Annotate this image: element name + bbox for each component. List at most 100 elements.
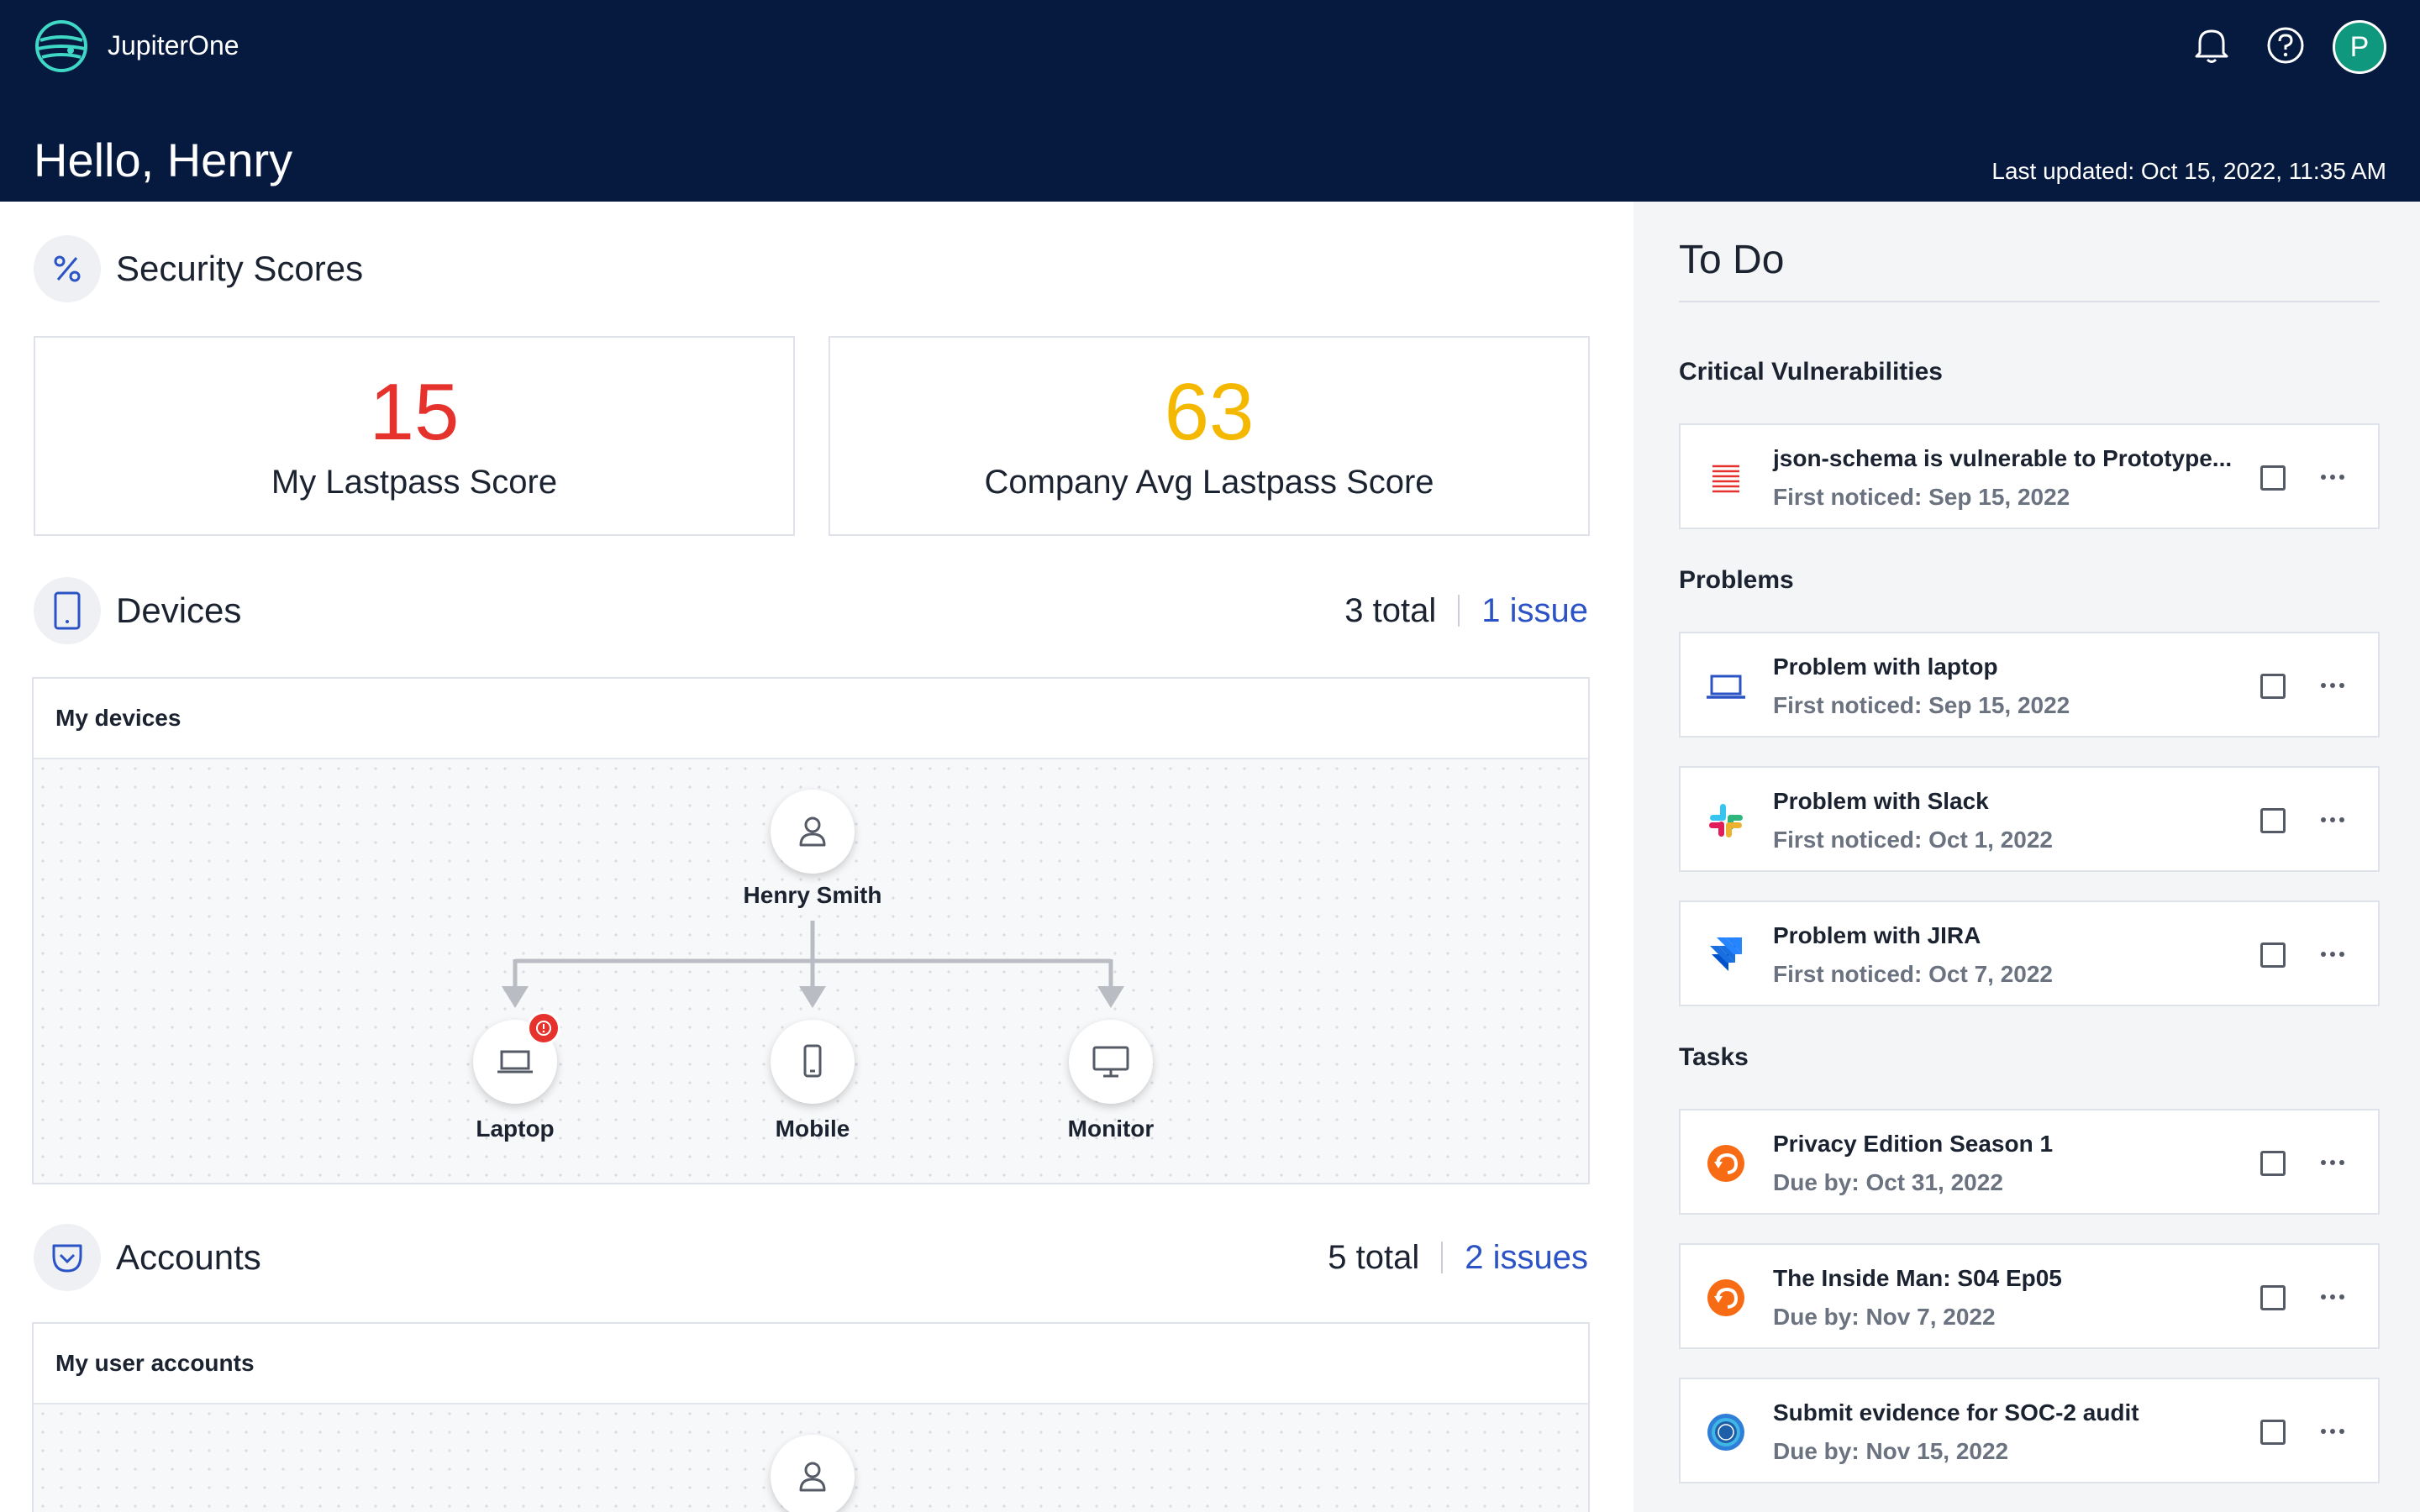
training-icon xyxy=(1704,1142,1748,1185)
brand-name: JupiterOne xyxy=(108,30,239,60)
todo-sidebar: To Do Critical Vulnerabilities json-sche… xyxy=(1634,202,2420,1512)
monitor-node-label: Monitor xyxy=(1067,1116,1155,1142)
todo-text: Problem with JIRA First noticed: Oct 7, … xyxy=(1773,922,2053,988)
todo-title: To Do xyxy=(1679,238,1785,282)
training-icon xyxy=(1704,1276,1748,1320)
divider xyxy=(1458,595,1460,627)
section-title: Security Scores xyxy=(116,249,364,288)
user-icon xyxy=(799,1462,826,1492)
todo-item[interactable]: The Inside Man: S04 Ep05 Due by: Nov 7, … xyxy=(1679,1243,2380,1349)
todo-item[interactable]: Privacy Edition Season 1 Due by: Oct 31,… xyxy=(1679,1109,2380,1215)
todo-item[interactable]: json-schema is vulnerable to Prototype..… xyxy=(1679,423,2380,529)
todo-date: First noticed: Sep 15, 2022 xyxy=(1773,484,2070,510)
laptop-icon xyxy=(1704,664,1748,708)
todo-text: json-schema is vulnerable to Prototype..… xyxy=(1773,445,2232,511)
my-score-card[interactable]: 15 My Lastpass Score xyxy=(34,336,795,536)
critical-vulnerabilities-title: Critical Vulnerabilities xyxy=(1679,358,1943,386)
percent-icon xyxy=(34,235,101,302)
todo-item[interactable]: Problem with Slack First noticed: Oct 1,… xyxy=(1679,766,2380,872)
accounts-issues-link[interactable]: 2 issues xyxy=(1465,1239,1588,1277)
monitor-node[interactable] xyxy=(1069,1020,1153,1104)
todo-text: Problem with laptop First noticed: Sep 1… xyxy=(1773,654,2070,719)
todo-date: Due by: Nov 7, 2022 xyxy=(1773,1304,1996,1330)
todo-text: The Inside Man: S04 Ep05 Due by: Nov 7, … xyxy=(1773,1265,2062,1331)
more-options-icon[interactable] xyxy=(2316,669,2349,702)
monitor-icon xyxy=(1092,1046,1129,1078)
laptop-node-label: Laptop xyxy=(476,1116,555,1142)
todo-name: json-schema is vulnerable to Prototype..… xyxy=(1773,445,2233,471)
section-title: Accounts xyxy=(116,1237,261,1277)
my-accounts-panel: My user accounts xyxy=(32,1322,1590,1512)
todo-checkbox[interactable] xyxy=(2260,1420,2286,1445)
todo-checkbox[interactable] xyxy=(2260,1151,2286,1176)
more-options-icon[interactable] xyxy=(2316,460,2349,494)
company-score-label: Company Avg Lastpass Score xyxy=(984,464,1434,501)
panel-title: My devices xyxy=(34,679,1588,759)
slack-icon xyxy=(1704,799,1748,843)
company-score-value: 63 xyxy=(1164,367,1255,457)
todo-name: Privacy Edition Season 1 xyxy=(1773,1131,2054,1157)
bell-icon[interactable] xyxy=(2186,20,2237,71)
help-icon[interactable] xyxy=(2260,20,2311,71)
user-node-label: Henry Smith xyxy=(743,882,882,908)
devices-issues-link[interactable]: 1 issue xyxy=(1481,592,1588,630)
more-options-icon[interactable] xyxy=(2316,937,2349,971)
more-options-icon[interactable] xyxy=(2316,803,2349,837)
laptop-node[interactable] xyxy=(473,1011,560,1104)
mobile-icon xyxy=(803,1044,822,1078)
security-scores-header: Security Scores xyxy=(34,235,363,302)
todo-date: First noticed: Oct 7, 2022 xyxy=(1773,961,2053,987)
greeting-title: Hello, Henry xyxy=(34,134,293,186)
todo-checkbox[interactable] xyxy=(2260,1285,2286,1310)
todo-checkbox[interactable] xyxy=(2260,674,2286,699)
todo-text: Privacy Edition Season 1 Due by: Oct 31,… xyxy=(1773,1131,2053,1196)
user-avatar[interactable]: P xyxy=(2333,20,2386,74)
mobile-node[interactable] xyxy=(771,1020,855,1104)
divider xyxy=(1679,301,2380,302)
pocket-icon xyxy=(34,1224,101,1291)
todo-item[interactable]: Problem with laptop First noticed: Sep 1… xyxy=(1679,632,2380,738)
device-graph: Henry Smith Laptop Mobile Monitor xyxy=(34,759,1588,1183)
my-score-label: My Lastpass Score xyxy=(271,464,558,501)
my-devices-panel: My devices Henry Smith Laptop Mobile Mon… xyxy=(32,677,1590,1184)
accounts-header: Accounts xyxy=(34,1224,261,1291)
panel-title: My user accounts xyxy=(34,1324,1588,1404)
vulnerability-list-icon xyxy=(1704,456,1748,500)
company-score-card[interactable]: 63 Company Avg Lastpass Score xyxy=(829,336,1590,536)
todo-item[interactable]: Submit evidence for SOC-2 audit Due by: … xyxy=(1679,1378,2380,1483)
todo-name: Problem with laptop xyxy=(1773,654,1998,680)
todo-checkbox[interactable] xyxy=(2260,808,2286,833)
todo-checkbox[interactable] xyxy=(2260,942,2286,968)
tablet-icon xyxy=(34,577,101,644)
todo-date: Due by: Nov 15, 2022 xyxy=(1773,1438,2009,1464)
my-score-value: 15 xyxy=(369,367,460,457)
soc2-badge-icon xyxy=(1704,1410,1748,1454)
user-icon xyxy=(799,816,826,847)
more-options-icon[interactable] xyxy=(2316,1146,2349,1179)
more-options-icon[interactable] xyxy=(2316,1280,2349,1314)
alert-icon xyxy=(527,1011,560,1045)
todo-date: First noticed: Sep 15, 2022 xyxy=(1773,692,2070,718)
accounts-counts: 5 total 2 issues xyxy=(1328,1224,1588,1291)
user-node[interactable] xyxy=(771,1435,855,1512)
todo-date: First noticed: Oct 1, 2022 xyxy=(1773,827,2053,853)
todo-date: Due by: Oct 31, 2022 xyxy=(1773,1169,2003,1195)
jupiterone-logo-icon[interactable] xyxy=(34,18,89,74)
devices-header: Devices xyxy=(34,577,241,644)
more-options-icon[interactable] xyxy=(2316,1415,2349,1448)
todo-text: Submit evidence for SOC-2 audit Due by: … xyxy=(1773,1399,2139,1465)
devices-total: 3 total xyxy=(1344,591,1437,629)
devices-counts: 3 total 1 issue xyxy=(1344,577,1588,644)
top-header: JupiterOne P Hello, Henry Last updated: … xyxy=(0,0,2420,202)
divider xyxy=(1441,1242,1444,1273)
todo-item[interactable]: Problem with JIRA First noticed: Oct 7, … xyxy=(1679,900,2380,1006)
todo-text: Problem with Slack First noticed: Oct 1,… xyxy=(1773,788,2053,853)
last-updated-text: Last updated: Oct 15, 2022, 11:35 AM xyxy=(1991,158,2386,184)
user-node[interactable] xyxy=(771,790,855,874)
todo-checkbox[interactable] xyxy=(2260,465,2286,491)
todo-name: Submit evidence for SOC-2 audit xyxy=(1773,1399,2139,1425)
tasks-title: Tasks xyxy=(1679,1043,1749,1071)
account-graph xyxy=(34,1404,1588,1512)
mobile-node-label: Mobile xyxy=(775,1116,850,1142)
todo-name: The Inside Man: S04 Ep05 xyxy=(1773,1265,2062,1291)
